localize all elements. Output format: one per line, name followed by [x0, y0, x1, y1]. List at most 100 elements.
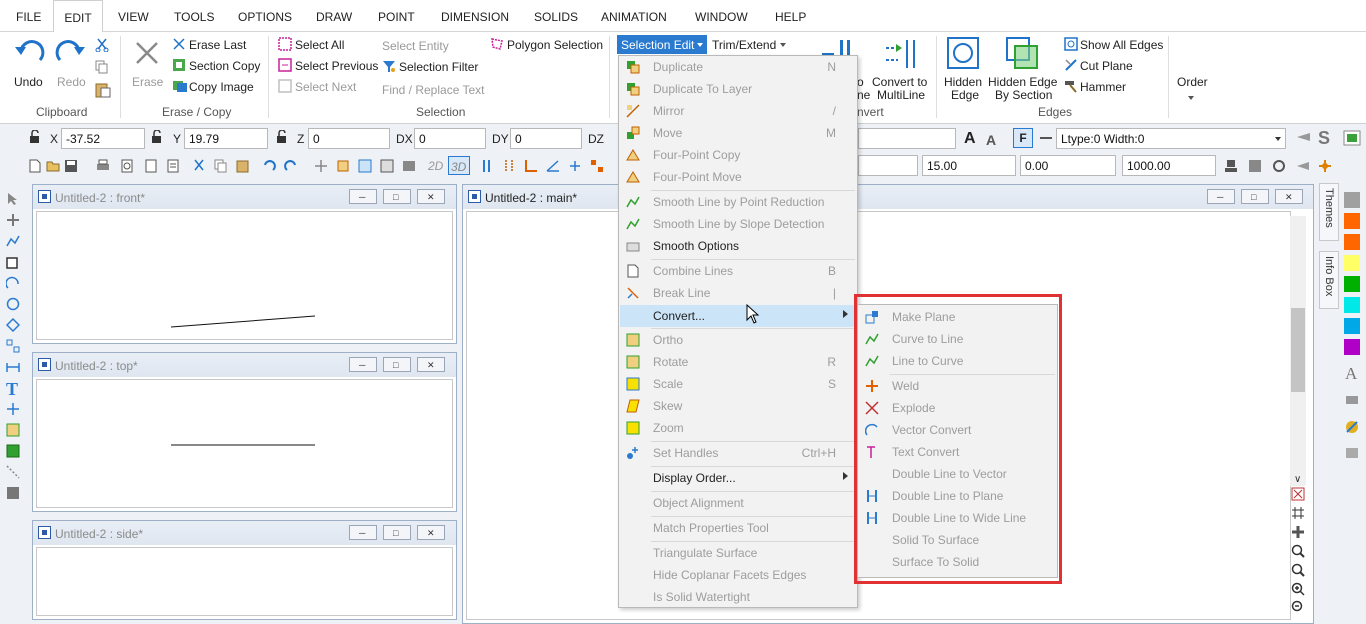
window-top[interactable]: Untitled-2 : top* ─ □ ✕	[32, 352, 457, 512]
redo-button[interactable]: Redo	[57, 75, 86, 89]
select-next-button[interactable]: Select Next	[295, 80, 356, 94]
color-swatch[interactable]	[1344, 255, 1360, 271]
line-icon[interactable]	[6, 465, 20, 479]
maximize-button[interactable]: □	[383, 189, 411, 204]
close-button[interactable]: ✕	[417, 525, 445, 540]
polyline-icon[interactable]	[6, 234, 20, 248]
window-titlebar[interactable]: Untitled-2 : main* ─ □ ✕	[463, 185, 1313, 209]
material-icon[interactable]	[1345, 420, 1359, 434]
menu-item-display-order[interactable]: Display Order...	[620, 467, 856, 489]
layer-select[interactable]	[858, 128, 956, 149]
convert-button-partial[interactable]: o	[857, 75, 864, 89]
minimize-button[interactable]: ─	[1207, 189, 1235, 204]
tab-themes[interactable]: Themes	[1319, 183, 1339, 241]
zoom-out-icon[interactable]	[1291, 563, 1305, 577]
circle-icon[interactable]	[6, 297, 20, 311]
chevron-down-icon[interactable]: ∨	[1294, 474, 1301, 485]
font-icon[interactable]: F	[1013, 128, 1033, 148]
open-folder-icon[interactable]	[46, 159, 60, 173]
view-icon[interactable]	[358, 159, 372, 173]
hammer-button[interactable]: Hammer	[1080, 80, 1126, 94]
menu-item-solid-watertight[interactable]: Is Solid Watertight	[620, 586, 856, 608]
menu-item-move[interactable]: Move M	[620, 122, 856, 144]
menu-item-set-handles[interactable]: Set Handles Ctrl+H	[620, 442, 856, 464]
layer-icon[interactable]	[1345, 446, 1359, 460]
menu-view[interactable]: VIEW	[118, 10, 149, 24]
rectangle-icon[interactable]	[6, 255, 20, 269]
trim-extend-dropdown[interactable]: Trim/Extend	[712, 35, 790, 54]
zoom-in-icon[interactable]	[1291, 582, 1305, 596]
menu-solids[interactable]: SOLIDS	[534, 10, 578, 24]
undo-icon[interactable]	[12, 38, 46, 68]
erase-last-button[interactable]: Erase Last	[189, 38, 246, 52]
angle-value-input[interactable]: 0.00	[1020, 155, 1116, 176]
maximize-button[interactable]: □	[383, 357, 411, 372]
pen-icon[interactable]	[1296, 159, 1310, 173]
menu-item-skew[interactable]: Skew	[620, 395, 856, 417]
hidden-edge-section-button[interactable]: Hidden Edge	[988, 75, 1057, 89]
menu-item-smooth-slope-detection[interactable]: Smooth Line by Slope Detection	[620, 213, 856, 235]
snap-grid-icon[interactable]	[590, 159, 604, 173]
minimize-button[interactable]: ─	[349, 189, 377, 204]
dy-input[interactable]: 0	[510, 128, 582, 149]
paste-icon[interactable]	[95, 82, 111, 98]
color-swatch[interactable]	[1344, 213, 1360, 229]
line-icon[interactable]	[1040, 137, 1052, 139]
zoom-window-icon[interactable]	[1291, 487, 1305, 501]
window-front[interactable]: Untitled-2 : front* ─ □ ✕	[32, 184, 457, 344]
vertical-scrollbar[interactable]: ∨	[1290, 216, 1306, 486]
scrollbar-thumb[interactable]	[1291, 308, 1305, 392]
paste-icon[interactable]	[236, 159, 250, 173]
pen-icon[interactable]	[1296, 131, 1312, 143]
font-size-down-icon[interactable]: A	[986, 132, 996, 148]
menu-item-smooth-options[interactable]: Smooth Options	[620, 235, 856, 257]
minimize-button[interactable]: ─	[349, 357, 377, 372]
undo-button[interactable]: Undo	[14, 75, 43, 89]
menu-item-combine-lines[interactable]: Combine Lines B	[620, 260, 856, 282]
menu-item-break-line[interactable]: Break Line |	[620, 282, 856, 304]
select-entity-button[interactable]: Select Entity	[382, 39, 449, 53]
font-size-up-icon[interactable]: A	[964, 130, 976, 148]
section-copy-button[interactable]: Section Copy	[189, 59, 260, 73]
menu-animation[interactable]: ANIMATION	[601, 10, 667, 24]
move-icon[interactable]	[6, 213, 20, 227]
grid-icon[interactable]	[1342, 129, 1362, 147]
redo-icon[interactable]	[284, 159, 298, 173]
menu-dimension[interactable]: DIMENSION	[441, 10, 509, 24]
menu-item-smooth-point-reduction[interactable]: Smooth Line by Point Reduction	[620, 191, 856, 213]
rotate-icon[interactable]	[1272, 159, 1286, 173]
cross-icon[interactable]	[1291, 525, 1305, 539]
selection-edit-dropdown[interactable]: Selection Edit	[617, 35, 707, 54]
cut-plane-button[interactable]: Cut Plane	[1080, 59, 1133, 73]
document-settings-icon[interactable]	[166, 159, 180, 173]
polygon-selection-button[interactable]: Polygon Selection	[507, 38, 603, 52]
color-swatch[interactable]	[1344, 192, 1360, 208]
menu-item-object-alignment[interactable]: Object Alignment	[620, 492, 856, 514]
parallel-icon[interactable]	[480, 159, 494, 173]
origin-icon[interactable]	[1318, 159, 1332, 173]
transform-icon[interactable]	[1248, 159, 1262, 173]
step-value-input[interactable]: 15.00	[922, 155, 1016, 176]
print-preview-icon[interactable]	[120, 159, 134, 173]
color-swatch[interactable]	[1344, 297, 1360, 313]
toolbar-input-1[interactable]	[858, 155, 918, 176]
select-all-button[interactable]: Select All	[295, 38, 344, 52]
redo-icon[interactable]	[54, 38, 88, 68]
text-style-icon[interactable]: A	[1345, 364, 1357, 384]
menu-item-scale[interactable]: Scale S	[620, 373, 856, 395]
menu-item-convert[interactable]: Convert...	[620, 305, 856, 327]
menu-window[interactable]: WINDOW	[695, 10, 748, 24]
x-coordinate-input[interactable]: -37.52	[61, 128, 145, 149]
cut-icon[interactable]	[192, 159, 206, 173]
menu-file[interactable]: FILE	[16, 10, 41, 24]
window-titlebar[interactable]: Untitled-2 : front* ─ □ ✕	[33, 185, 456, 209]
point-icon[interactable]	[6, 402, 20, 416]
lock-icon[interactable]	[28, 130, 44, 144]
stamp-icon[interactable]	[1224, 159, 1238, 173]
line-entity[interactable]	[37, 212, 453, 340]
document-icon[interactable]	[144, 159, 158, 173]
menu-edit[interactable]: EDIT	[53, 0, 103, 33]
copy-icon[interactable]	[95, 60, 109, 74]
array-icon[interactable]	[6, 339, 20, 353]
grid-snap-icon[interactable]	[502, 159, 516, 173]
